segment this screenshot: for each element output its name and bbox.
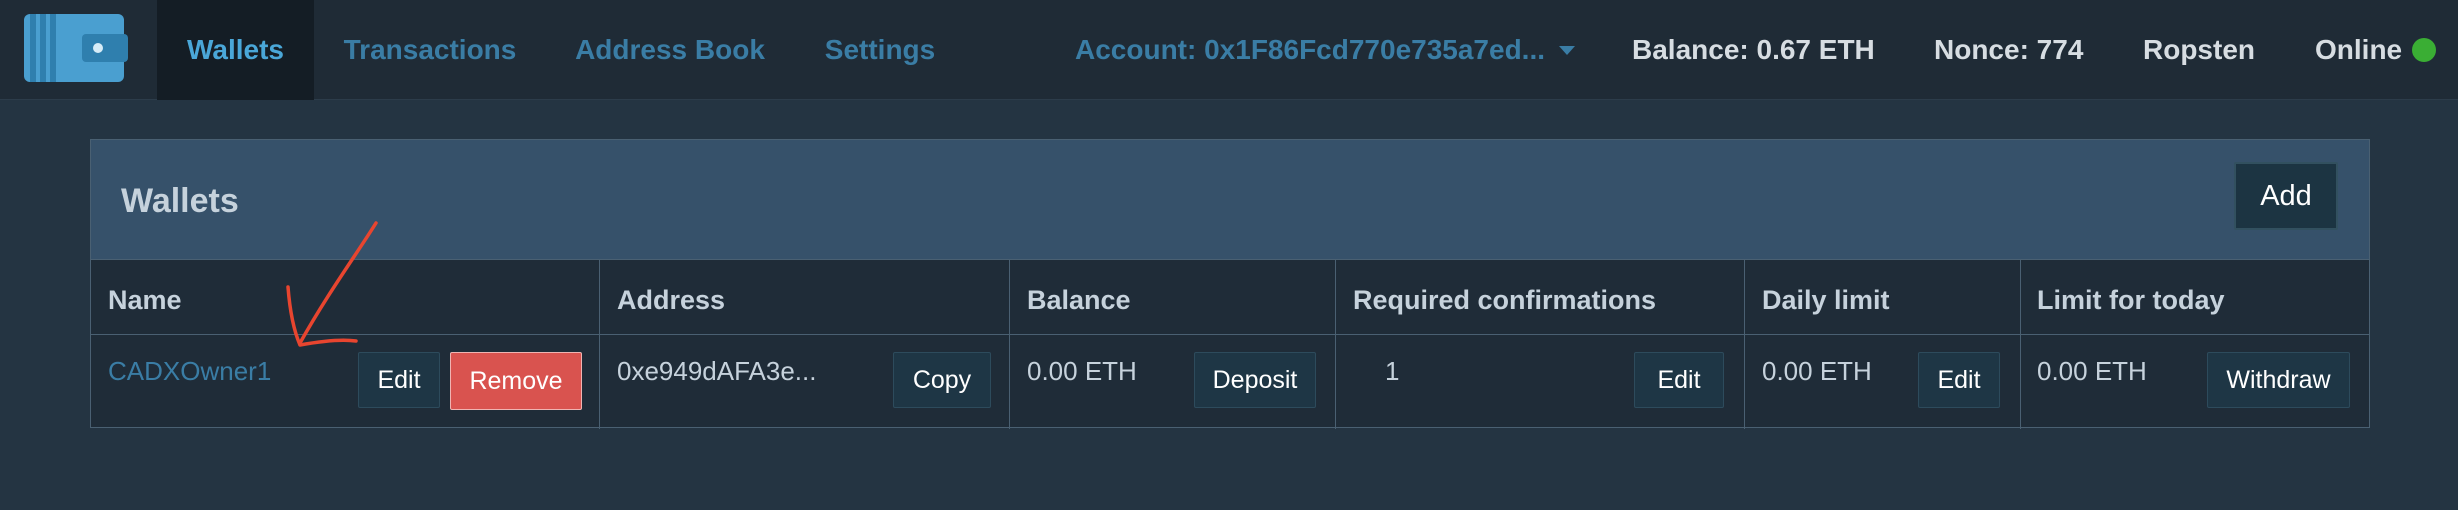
nav-transactions[interactable]: Transactions	[330, 0, 530, 100]
nav-wallets[interactable]: Wallets	[157, 0, 314, 100]
copy-address-button[interactable]: Copy	[893, 352, 991, 408]
column-header-name: Name	[108, 285, 182, 315]
panel-header: Wallets Add	[91, 140, 2369, 260]
wallet-name-link[interactable]: CADXOwner1	[108, 356, 271, 387]
column-divider	[2020, 260, 2021, 429]
network-label: Ropsten	[2143, 34, 2255, 65]
column-header-balance: Balance	[1027, 285, 1131, 315]
panel-title: Wallets	[121, 182, 239, 220]
add-wallet-button[interactable]: Add	[2234, 162, 2338, 230]
account-label[interactable]: Account: 0x1F86Fcd770e735a7ed...	[1075, 34, 1545, 66]
nav-address-book[interactable]: Address Book	[560, 0, 780, 100]
wallet-logo-icon[interactable]	[24, 10, 130, 86]
column-divider	[1744, 260, 1745, 429]
nav-settings[interactable]: Settings	[810, 0, 950, 100]
wallet-address: 0xe949dAFA3e...	[617, 356, 817, 386]
chevron-down-icon[interactable]	[1559, 45, 1576, 55]
wallet-balance: 0.00 ETH	[1027, 356, 1137, 386]
required-confirmations-value: 1	[1385, 356, 1400, 386]
balance-label: Balance: 0.67 ETH	[1632, 34, 1875, 65]
daily-limit-value: 0.00 ETH	[1762, 356, 1872, 386]
column-header-daily-limit: Daily limit	[1762, 285, 1890, 315]
withdraw-button[interactable]: Withdraw	[2207, 352, 2350, 408]
column-divider	[599, 260, 600, 429]
edit-confirmations-button[interactable]: Edit	[1634, 352, 1724, 408]
status-label: Online	[2315, 34, 2403, 65]
wallets-panel: Wallets Add Name Address Balance Require…	[90, 139, 2370, 429]
connection-status: Online	[2315, 0, 2437, 100]
online-status-icon	[2412, 38, 2437, 62]
limit-for-today-value: 0.00 ETH	[2037, 356, 2147, 386]
remove-wallet-button[interactable]: Remove	[450, 352, 582, 410]
column-divider	[1009, 260, 1010, 429]
account-selector[interactable]: Account: 0x1F86Fcd770e735a7ed...	[1075, 0, 1576, 100]
edit-daily-limit-button[interactable]: Edit	[1918, 352, 2000, 408]
nonce-label: Nonce: 774	[1934, 34, 2084, 65]
column-header-required-confirmations: Required confirmations	[1353, 285, 1657, 315]
column-divider	[1335, 260, 1336, 429]
column-header-limit-for-today: Limit for today	[2037, 285, 2225, 315]
top-navbar: Wallets Transactions Address Book Settin…	[0, 0, 2458, 100]
header-divider	[91, 334, 2369, 335]
edit-name-button[interactable]: Edit	[358, 352, 440, 408]
deposit-button[interactable]: Deposit	[1194, 352, 1316, 408]
column-header-address: Address	[617, 285, 726, 315]
